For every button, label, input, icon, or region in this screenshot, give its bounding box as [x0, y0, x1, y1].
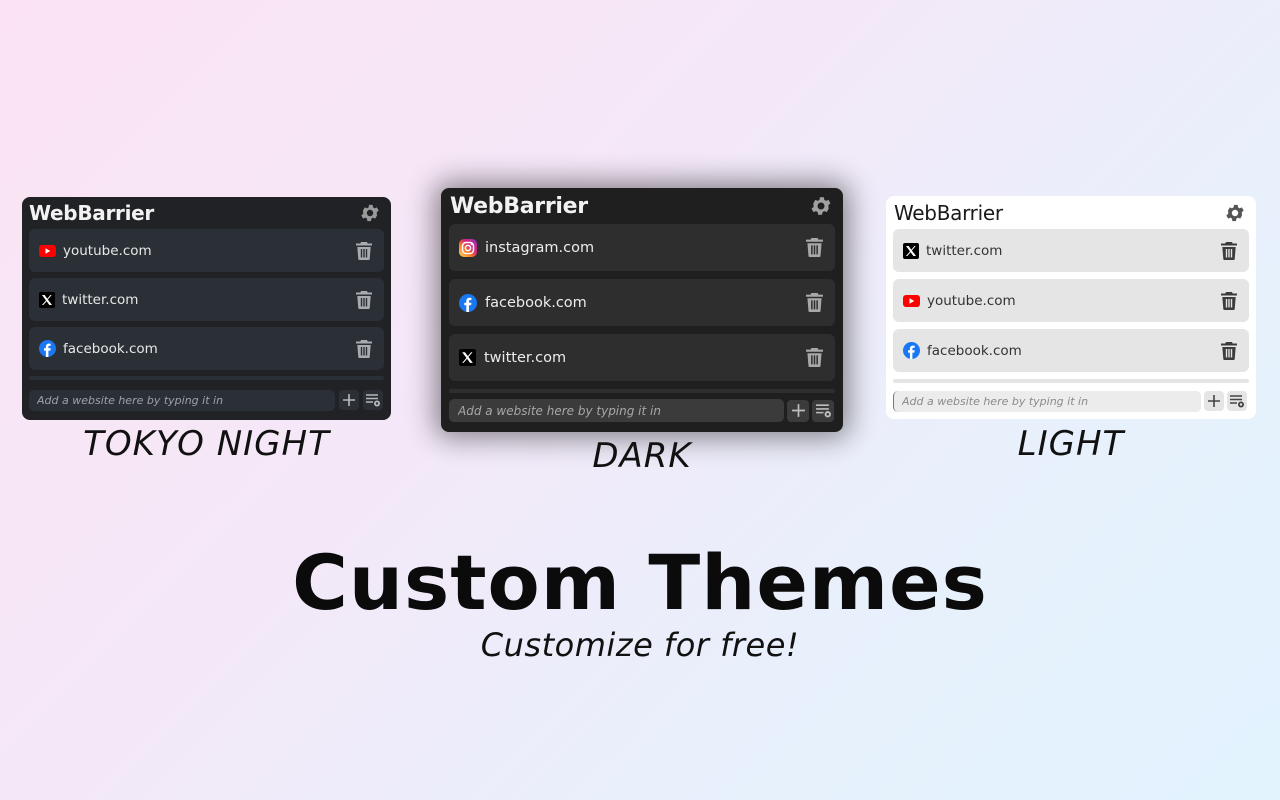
- scroll-peek-row: [29, 376, 384, 380]
- site-label: instagram.com: [485, 239, 595, 256]
- blocked-site-row: youtube.com: [893, 279, 1249, 322]
- trash-icon[interactable]: [806, 293, 823, 312]
- add-site-bar: [449, 399, 835, 422]
- facebook-icon: [459, 293, 477, 312]
- x-twitter-icon: [903, 242, 919, 259]
- app-title: WebBarrier: [894, 200, 1003, 225]
- tokyo-night-theme-card: WebBarrier youtube.com twitter.com faceb…: [22, 197, 391, 420]
- add-site-input[interactable]: [29, 389, 335, 411]
- theme-label: LIGHT: [1017, 424, 1125, 464]
- app-title: WebBarrier: [450, 193, 588, 219]
- site-label: facebook.com: [63, 340, 158, 357]
- youtube-icon: [39, 244, 56, 257]
- blocked-site-row: facebook.com: [449, 279, 835, 326]
- trash-icon[interactable]: [806, 238, 823, 257]
- theme-label: TOKYO NIGHT: [83, 424, 330, 464]
- x-twitter-icon: [459, 349, 476, 366]
- add-site-bar: [29, 389, 384, 411]
- blocklist-settings-button[interactable]: [363, 390, 383, 410]
- facebook-icon: [39, 340, 56, 357]
- card-header: WebBarrier: [886, 196, 1256, 229]
- site-label: youtube.com: [927, 292, 1016, 309]
- trash-icon[interactable]: [356, 241, 372, 260]
- subheadline: Customize for free!: [480, 626, 800, 664]
- site-label: youtube.com: [63, 242, 152, 259]
- trash-icon[interactable]: [1221, 341, 1237, 360]
- site-label: facebook.com: [927, 342, 1022, 359]
- blocklist-settings-button[interactable]: [812, 399, 834, 422]
- blocked-site-row: twitter.com: [29, 278, 384, 321]
- blocked-site-row: youtube.com: [29, 229, 384, 272]
- add-button[interactable]: [339, 390, 359, 410]
- card-header: WebBarrier: [22, 197, 391, 229]
- add-button[interactable]: [787, 399, 809, 422]
- scroll-peek-row: [449, 389, 835, 393]
- headline: Custom Themes: [292, 538, 988, 627]
- blocklist-settings-button[interactable]: [1227, 391, 1247, 411]
- scroll-peek-row: [893, 379, 1249, 383]
- trash-icon[interactable]: [356, 339, 372, 358]
- blocked-site-row: instagram.com: [449, 224, 835, 271]
- dark-theme-card: WebBarrier instagram.com facebook.com tw…: [441, 188, 843, 432]
- site-label: facebook.com: [485, 294, 587, 311]
- add-site-bar: [893, 390, 1249, 412]
- add-site-input[interactable]: [449, 399, 784, 422]
- youtube-icon: [903, 294, 920, 307]
- blocked-site-row: facebook.com: [29, 327, 384, 370]
- app-title: WebBarrier: [29, 201, 154, 225]
- x-twitter-icon: [39, 291, 55, 308]
- instagram-icon: [459, 238, 477, 257]
- site-label: twitter.com: [62, 291, 139, 308]
- blocked-site-row: twitter.com: [449, 334, 835, 381]
- gear-icon[interactable]: [809, 194, 833, 218]
- trash-icon[interactable]: [1221, 291, 1237, 310]
- blocked-site-row: twitter.com: [893, 229, 1249, 272]
- gear-icon[interactable]: [1224, 202, 1246, 224]
- site-label: twitter.com: [926, 242, 1003, 259]
- trash-icon[interactable]: [1221, 241, 1237, 260]
- facebook-icon: [903, 342, 920, 359]
- card-header: WebBarrier: [441, 188, 843, 224]
- trash-icon[interactable]: [356, 290, 372, 309]
- site-label: twitter.com: [484, 349, 567, 366]
- add-button[interactable]: [1204, 391, 1224, 411]
- theme-label: DARK: [592, 436, 692, 476]
- gear-icon[interactable]: [359, 202, 381, 224]
- trash-icon[interactable]: [806, 348, 823, 367]
- add-site-input[interactable]: [893, 390, 1201, 412]
- light-theme-card: WebBarrier twitter.com youtube.com faceb…: [886, 196, 1256, 419]
- blocked-site-row: facebook.com: [893, 329, 1249, 372]
